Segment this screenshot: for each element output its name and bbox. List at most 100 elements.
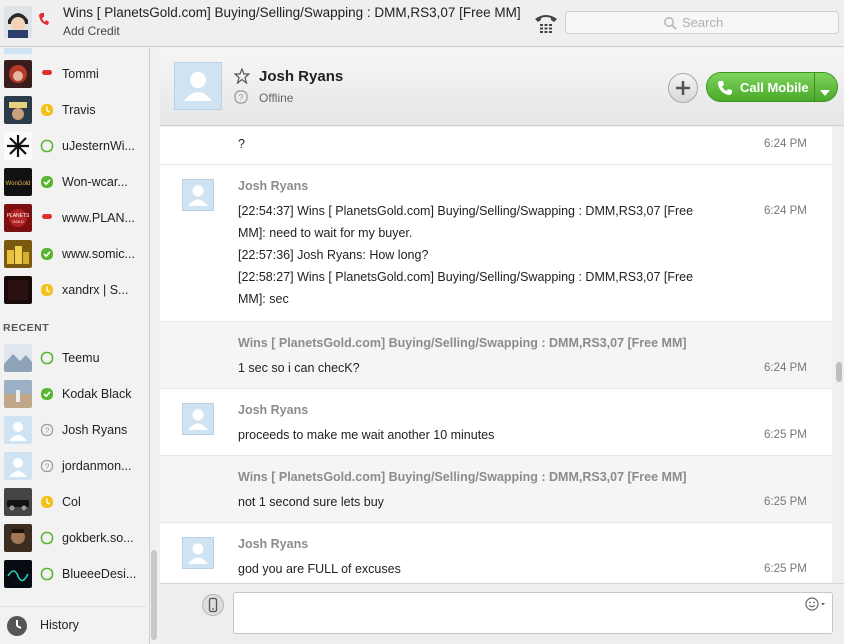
history-button[interactable]: History (0, 606, 146, 644)
contact-avatar (4, 380, 32, 408)
online-empty-status-icon (40, 139, 54, 153)
message-block: Josh Ryans god you are FULL of excuses 6:2… (160, 522, 832, 583)
contact-avatar (4, 524, 32, 552)
call-mobile-button[interactable]: Call Mobile (706, 72, 838, 102)
message-block: ? 6:24 PM (160, 127, 832, 164)
message-list[interactable]: ? 6:24 PM Josh Ryans [22:54:37] Wins [ Plan… (160, 127, 832, 583)
contact-name: BlueeeDesi... (62, 567, 137, 581)
message-sender: Josh Ryans (238, 403, 309, 417)
message-input[interactable] (233, 592, 833, 634)
message-text: not 1 second sure lets buy (238, 495, 384, 509)
svg-text:?: ? (45, 426, 50, 436)
recent-section-header: RECENT (3, 322, 50, 334)
svg-text:WonGold: WonGold (6, 181, 31, 187)
contact-item-partial[interactable] (4, 48, 32, 54)
online-status-icon (40, 387, 54, 401)
conversation-header: Josh Ryans ? Offline Call Mobile (160, 48, 844, 126)
favorite-star-icon[interactable] (233, 67, 251, 85)
message-timestamp: 6:25 PM (764, 496, 807, 508)
contact-name: www.PLAN... (62, 211, 135, 225)
contact-item-blueeedesi[interactable]: BlueeeDesi... (0, 558, 146, 594)
contact-item-www-somic[interactable]: www.somic... (0, 238, 146, 274)
contact-item-www-plan[interactable]: PLANETS GOLD www.PLAN... (0, 202, 146, 238)
busy-status-icon[interactable] (38, 12, 50, 26)
online-status-icon (40, 247, 54, 261)
sender-avatar (182, 537, 214, 569)
svg-text:GOLD: GOLD (12, 219, 23, 224)
search-input[interactable] (682, 14, 832, 31)
contact-name: Josh Ryans (62, 423, 128, 437)
chevron-down-icon[interactable] (820, 84, 830, 96)
profile-name[interactable]: Wins [ PlanetsGold.com] Buying/Selling/S… (63, 5, 521, 20)
sender-avatar (182, 179, 214, 211)
online-status-icon (40, 175, 54, 189)
contact-name: jordanmon... (62, 459, 132, 473)
search-box[interactable] (565, 11, 839, 34)
message-text: MM]: sec (238, 292, 289, 306)
contact-item-won-wcar[interactable]: WonGold Won-wcar... (0, 166, 146, 202)
contact-sidebar: Tommi Travis uJesternWi... WonGold Won-wcar.… (0, 48, 150, 644)
contact-avatar (4, 240, 32, 268)
history-label: History (40, 618, 79, 632)
message-text: [22:57:36] Josh Ryans: How long? (238, 248, 429, 262)
online-empty-status-icon (40, 567, 54, 581)
add-participant-button[interactable] (668, 73, 698, 103)
offline-status-icon: ? (234, 90, 248, 104)
message-block: Josh Ryans [22:54:37] Wins [ PlanetsGold.… (160, 164, 832, 321)
contact-item-ujesternwi[interactable]: uJesternWi... (0, 130, 146, 166)
message-text: ? (238, 137, 245, 151)
message-text: [22:54:37] Wins [ PlanetsGold.com] Buyin… (238, 204, 694, 218)
contact-name: www.somic... (62, 247, 135, 261)
top-bar: Wins [ PlanetsGold.com] Buying/Selling/S… (0, 0, 844, 47)
message-text: 1 sec so i can checK? (238, 361, 360, 375)
contact-name: Travis (62, 103, 96, 117)
message-block: Wins [ PlanetsGold.com] Buying/Selling/S… (160, 321, 832, 388)
contact-item-tommi[interactable]: Tommi (0, 58, 146, 94)
dial-pad-icon[interactable] (533, 12, 559, 34)
contact-name: Tommi (62, 67, 99, 81)
sidebar-scrollbar[interactable] (151, 550, 157, 640)
plus-icon (676, 81, 690, 95)
search-icon (663, 16, 677, 30)
contact-item-josh-ryans[interactable]: ? Josh Ryans (0, 414, 146, 450)
message-scrollbar[interactable] (836, 362, 842, 382)
message-timestamp: 6:24 PM (764, 205, 807, 217)
contact-item-xandrx-s[interactable]: xandrx | S... (0, 274, 146, 310)
message-text: MM]: need to wait for my buyer. (238, 226, 413, 240)
contact-item-jordanmon[interactable]: ? jordanmon... (0, 450, 146, 486)
profile-avatar[interactable] (4, 6, 32, 38)
online-empty-status-icon (40, 351, 54, 365)
contact-name: Col (62, 495, 81, 509)
message-timestamp: 6:25 PM (764, 429, 807, 441)
contact-name: Won-wcar... (62, 175, 128, 189)
message-text: god you are FULL of excuses (238, 562, 401, 576)
busy-status-icon (40, 67, 54, 81)
online-empty-status-icon (40, 531, 54, 545)
contact-item-kodak-black[interactable]: Kodak Black (0, 378, 146, 414)
add-credit-link[interactable]: Add Credit (63, 24, 120, 38)
call-mobile-label: Call Mobile (740, 80, 809, 95)
contact-name: uJesternWi... (62, 139, 135, 153)
contact-name: Kodak Black (62, 387, 132, 401)
contact-avatar (4, 416, 32, 444)
contact-item-travis[interactable]: Travis (0, 94, 146, 130)
contact-item-teemu[interactable]: Teemu (0, 342, 146, 378)
phone-icon (717, 80, 733, 96)
contact-name: Teemu (62, 351, 100, 365)
contact-avatar: PLANETS GOLD (4, 204, 32, 232)
emoticon-icon[interactable] (805, 597, 827, 611)
contact-avatar (4, 132, 32, 160)
message-timestamp: 6:24 PM (764, 362, 807, 374)
contact-item-gokberk-so[interactable]: gokberk.so... (0, 522, 146, 558)
message-block: Wins [ PlanetsGold.com] Buying/Selling/S… (160, 455, 832, 522)
mobile-device-icon[interactable] (202, 594, 224, 616)
contact-avatar[interactable] (174, 62, 222, 110)
message-block: Josh Ryans proceeds to make me wait anoth… (160, 388, 832, 455)
composer (160, 583, 844, 644)
contact-avatar: WonGold (4, 168, 32, 196)
offline-status-icon: ? (40, 423, 54, 437)
offline-status-icon: ? (40, 459, 54, 473)
svg-text:?: ? (45, 462, 50, 472)
contact-avatar (4, 96, 32, 124)
contact-item-col[interactable]: Col (0, 486, 146, 522)
